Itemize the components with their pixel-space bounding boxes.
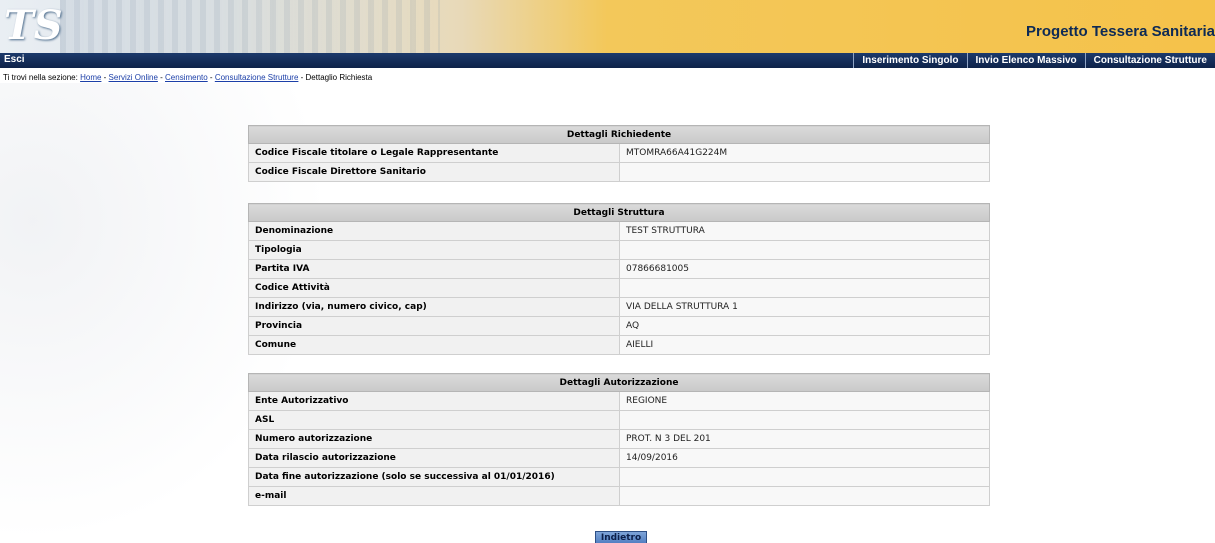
table-row: Denominazione TEST STRUTTURA xyxy=(248,221,990,241)
row-label: ASL xyxy=(248,410,620,430)
breadcrumb-prefix: Ti trovi nella sezione: xyxy=(3,73,78,82)
ts-logo: TS xyxy=(4,2,63,49)
nav-item-inserimento-singolo[interactable]: Inserimento Singolo xyxy=(853,53,966,68)
row-value: PROT. N 3 DEL 201 xyxy=(619,429,990,449)
breadcrumb: Ti trovi nella sezione: Home - Servizi O… xyxy=(3,73,372,82)
breadcrumb-separator: - xyxy=(101,73,109,82)
autorizzazione-table-title: Dettagli Autorizzazione xyxy=(248,373,990,392)
breadcrumb-separator: - xyxy=(207,73,215,82)
row-value: AQ xyxy=(619,316,990,336)
row-label: Data rilascio autorizzazione xyxy=(248,448,620,468)
row-value xyxy=(619,162,990,182)
row-value xyxy=(619,467,990,487)
row-value: VIA DELLA STRUTTURA 1 xyxy=(619,297,990,317)
table-row: e-mail xyxy=(248,486,990,506)
table-row: Codice Fiscale Direttore Sanitario xyxy=(248,162,990,182)
breadcrumb-current: Dettaglio Richiesta xyxy=(305,73,373,82)
row-label: Partita IVA xyxy=(248,259,620,279)
struttura-table: Dettagli Struttura Denominazione TEST ST… xyxy=(248,203,990,355)
table-row: Numero autorizzazione PROT. N 3 DEL 201 xyxy=(248,429,990,449)
row-label: Ente Autorizzativo xyxy=(248,391,620,411)
table-row: Indirizzo (via, numero civico, cap) VIA … xyxy=(248,297,990,317)
row-value: MTOMRA66A41G224M xyxy=(619,143,990,163)
row-label: Codice Fiscale titolare o Legale Rappres… xyxy=(248,143,620,163)
table-row: Comune AIELLI xyxy=(248,335,990,355)
nav-item-consultazione-strutture[interactable]: Consultazione Strutture xyxy=(1084,53,1215,68)
table-row: Tipologia xyxy=(248,240,990,260)
table-row: Ente Autorizzativo REGIONE xyxy=(248,391,990,411)
row-value: TEST STRUTTURA xyxy=(619,221,990,241)
breadcrumb-link-servizi-online[interactable]: Servizi Online xyxy=(109,73,158,82)
top-navbar: Esci Inserimento Singolo Invio Elenco Ma… xyxy=(0,53,1215,68)
struttura-table-title: Dettagli Struttura xyxy=(248,203,990,222)
row-value xyxy=(619,240,990,260)
row-label: e-mail xyxy=(248,486,620,506)
richiedente-table-title: Dettagli Richiedente xyxy=(248,125,990,144)
row-value xyxy=(619,278,990,298)
table-row: Data fine autorizzazione (solo se succes… xyxy=(248,467,990,487)
table-row: Data rilascio autorizzazione 14/09/2016 xyxy=(248,448,990,468)
page-header: TS Progetto Tessera Sanitaria xyxy=(0,0,1215,53)
table-row: ASL xyxy=(248,410,990,430)
row-label: Tipologia xyxy=(248,240,620,260)
row-label: Numero autorizzazione xyxy=(248,429,620,449)
row-label: Codice Attività xyxy=(248,278,620,298)
esci-link[interactable]: Esci xyxy=(4,54,25,65)
row-value xyxy=(619,410,990,430)
table-row: Codice Fiscale titolare o Legale Rappres… xyxy=(248,143,990,163)
row-label: Denominazione xyxy=(248,221,620,241)
breadcrumb-separator: - xyxy=(298,73,306,82)
table-row: Partita IVA 07866681005 xyxy=(248,259,990,279)
table-row: Codice Attività xyxy=(248,278,990,298)
row-label: Indirizzo (via, numero civico, cap) xyxy=(248,297,620,317)
nav-menu: Inserimento Singolo Invio Elenco Massivo… xyxy=(853,53,1215,68)
breadcrumb-link-censimento[interactable]: Censimento xyxy=(165,73,208,82)
row-label: Data fine autorizzazione (solo se succes… xyxy=(248,467,620,487)
richiedente-table: Dettagli Richiedente Codice Fiscale tito… xyxy=(248,125,990,182)
breadcrumb-link-home[interactable]: Home xyxy=(80,73,101,82)
table-row: Provincia AQ xyxy=(248,316,990,336)
row-label: Comune xyxy=(248,335,620,355)
autorizzazione-table: Dettagli Autorizzazione Ente Autorizzati… xyxy=(248,373,990,506)
row-value: 07866681005 xyxy=(619,259,990,279)
row-value xyxy=(619,486,990,506)
nav-item-invio-elenco-massivo[interactable]: Invio Elenco Massivo xyxy=(966,53,1085,68)
header-banner-image xyxy=(60,0,440,53)
row-value: 14/09/2016 xyxy=(619,448,990,468)
breadcrumb-link-consultazione-strutture[interactable]: Consultazione Strutture xyxy=(215,73,299,82)
row-label: Provincia xyxy=(248,316,620,336)
row-value: REGIONE xyxy=(619,391,990,411)
indietro-button[interactable]: Indietro xyxy=(595,531,647,543)
site-title: Progetto Tessera Sanitaria xyxy=(1026,23,1215,40)
row-label: Codice Fiscale Direttore Sanitario xyxy=(248,162,620,182)
breadcrumb-separator: - xyxy=(157,73,166,82)
row-value: AIELLI xyxy=(619,335,990,355)
